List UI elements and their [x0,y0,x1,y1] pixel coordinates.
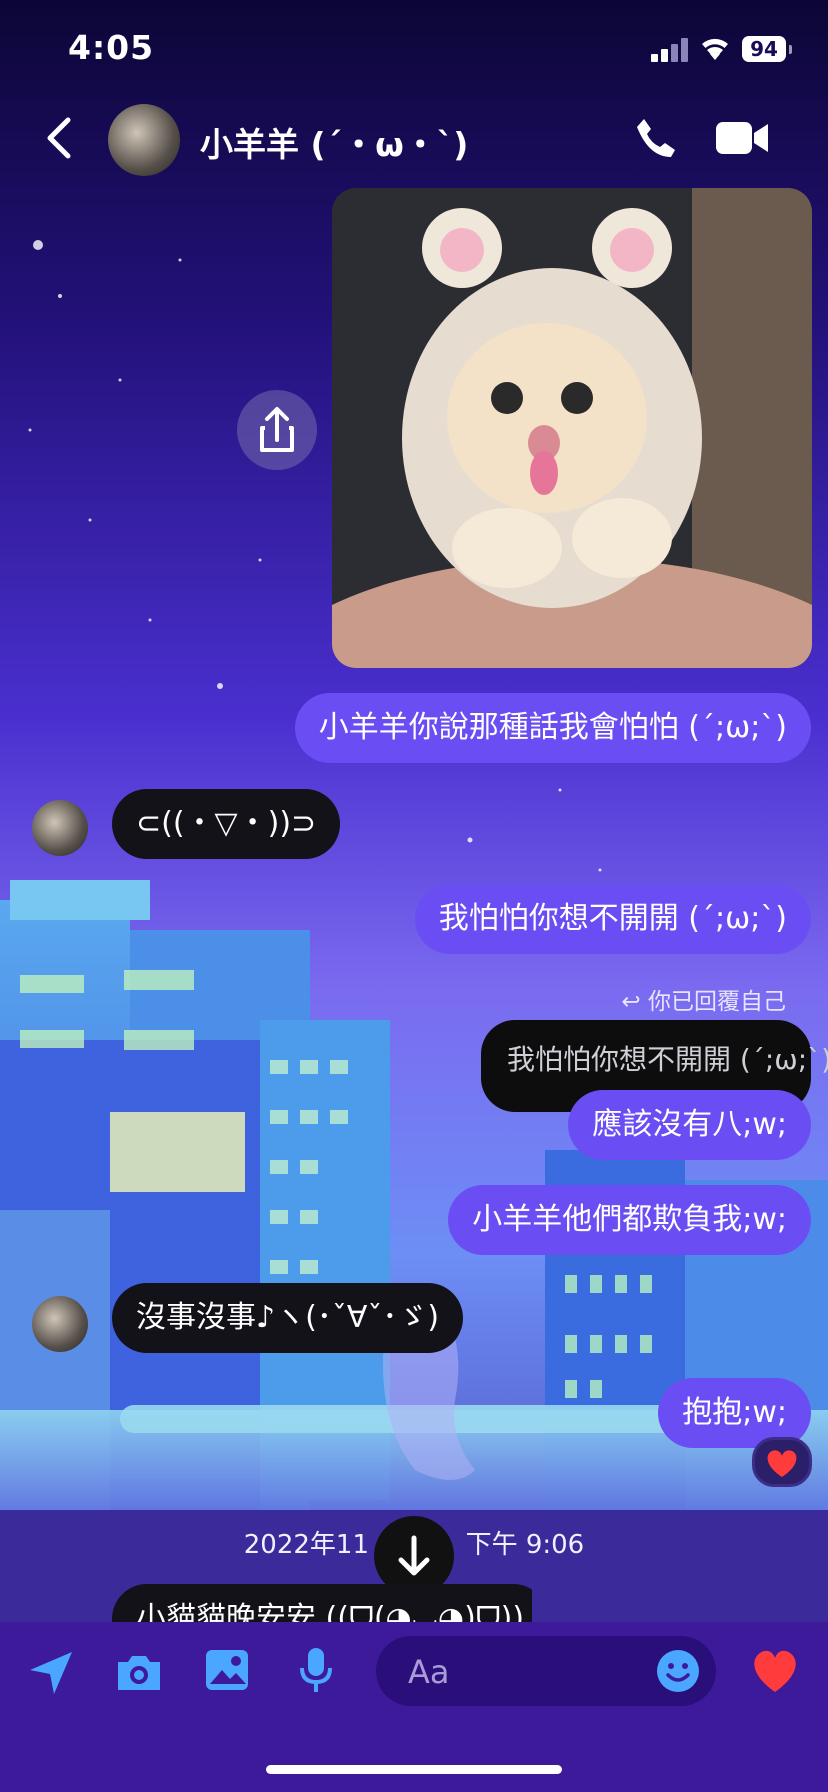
back-icon[interactable] [44,116,74,160]
signal-icon [651,38,691,62]
message-bubble-sent[interactable]: 小羊羊你說那種話我會怕怕 (´;ω;`) [294,693,811,763]
message-bubble-sent[interactable]: 應該沒有八;w; [568,1090,811,1160]
status-time: 4:05 [68,28,155,67]
share-button[interactable] [237,390,317,470]
cat-photo-message[interactable] [332,188,812,668]
heart-icon[interactable] [748,1646,802,1694]
reply-label: ↩ 你已回覆自己 [621,989,786,1015]
heart-icon [767,1450,797,1477]
wifi-icon [698,34,732,62]
gallery-icon[interactable] [204,1648,250,1692]
message-bubble-sent[interactable]: 我怕怕你想不開開 (´;ω;`) [414,884,811,954]
partial-message-clip: 小貓貓晚安安 ((ᗜ(◕◡◕)ᗜ)) [112,1584,532,1622]
home-indicator [266,1765,562,1774]
message-input[interactable] [406,1651,630,1693]
microphone-icon[interactable] [296,1646,336,1696]
message-bubble-received[interactable]: ⊂((・▽・))⊃ [112,789,341,859]
reply-arrow-icon: ↩ [621,989,648,1015]
phone-icon[interactable] [634,116,678,160]
emoji-icon[interactable] [656,1649,700,1693]
camera-icon[interactable] [114,1650,164,1694]
message-bubble-sent[interactable]: 小羊羊他們都欺負我;w; [448,1185,811,1255]
heart-reaction[interactable] [752,1437,812,1487]
message-bubble-received[interactable]: 小貓貓晚安安 ((ᗜ(◕◡◕)ᗜ)) [112,1584,532,1622]
message-composer[interactable] [376,1636,716,1706]
contact-avatar-small [32,1296,88,1352]
contact-name[interactable]: 小羊羊 (´・ω・`) [200,118,468,166]
battery-indicator: 94 [742,36,792,62]
location-arrow-icon[interactable] [28,1650,74,1696]
message-bubble-received[interactable]: 沒事沒事♪ヽ(･ˇ∀ˇ･ゞ) [112,1283,464,1353]
share-icon [260,407,294,452]
contact-avatar-small [32,800,88,856]
contact-avatar[interactable] [108,104,180,176]
video-camera-icon[interactable] [716,120,770,156]
